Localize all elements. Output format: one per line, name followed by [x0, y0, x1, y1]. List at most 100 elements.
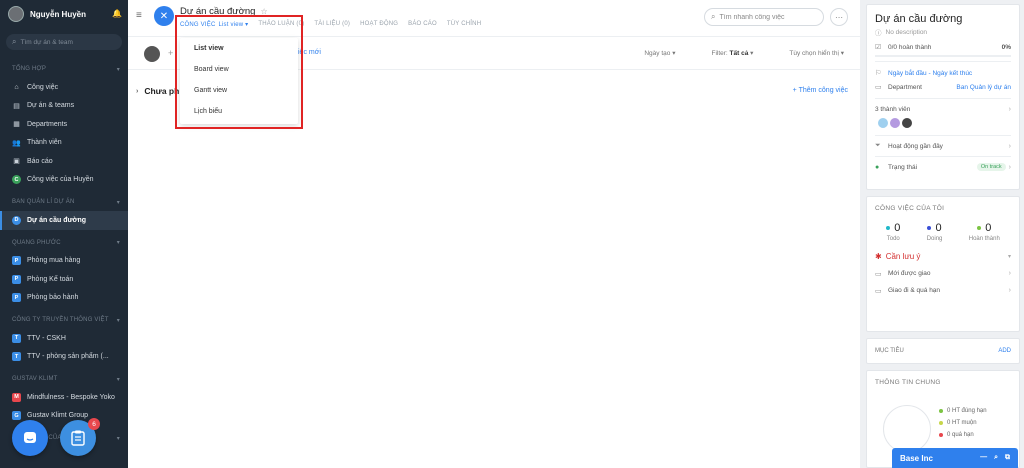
- t-badge-icon: T: [12, 352, 21, 362]
- chevron-right-icon[interactable]: ›: [1009, 143, 1011, 150]
- chevron-down-icon[interactable]: ▾: [1008, 253, 1011, 260]
- date-row[interactable]: ⚐ Ngày bắt đầu - Ngày kết thúc: [867, 66, 1019, 80]
- chevron-down-icon[interactable]: ▾: [117, 435, 120, 442]
- chevron-down-icon[interactable]: ▾: [117, 239, 120, 246]
- sidebar-search-input[interactable]: [20, 38, 111, 46]
- sidebar-item-du-an-cau-duong[interactable]: D Dự án cầu đường: [0, 211, 128, 230]
- more-options-button[interactable]: ⋯: [830, 8, 848, 26]
- folder-icon: ▤: [13, 102, 20, 110]
- stat-doing[interactable]: 0 Doing: [927, 222, 943, 242]
- status-badge[interactable]: On track: [976, 163, 1006, 171]
- menu-item-list-view[interactable]: List view: [180, 38, 298, 59]
- menu-item-gantt-view[interactable]: Gantt view: [180, 80, 298, 101]
- user-avatar[interactable]: [8, 6, 24, 22]
- menu-icon[interactable]: ≡: [136, 10, 146, 21]
- section-gustav-klimt[interactable]: GUSTAV KLIMT ▾: [0, 370, 128, 388]
- attention-header[interactable]: ✱ Cần lưu ý ▾: [867, 242, 1019, 265]
- g-badge-icon: G: [12, 411, 21, 421]
- chevron-down-icon[interactable]: ▾: [117, 376, 120, 383]
- sidebar-item-phong-mua-hang[interactable]: P Phòng mua hàng: [0, 252, 128, 271]
- chevron-down-icon[interactable]: ▾: [117, 199, 120, 206]
- menu-item-board-view[interactable]: Board view: [180, 59, 298, 80]
- member-avatars: [867, 115, 1019, 131]
- my-tasks-card: CÔNG VIỆC CỦA TÔI 0 Todo 0 Doing 0 Hoàn thà…: [866, 196, 1020, 332]
- sort-dropdown[interactable]: Ngày tạo ▾: [626, 49, 675, 57]
- sidebar-item-phong-ke-toan[interactable]: P Phòng Kế toán: [0, 270, 128, 289]
- project-panel-title: Dự án cầu đường: [875, 13, 963, 25]
- project-icon: ✕: [154, 6, 174, 26]
- sidebar-item-departments[interactable]: ▦ Departments: [0, 115, 128, 134]
- overdue-row[interactable]: ▭ Giao đi & quá hạn ›: [867, 282, 1019, 299]
- menu-item-lich-bieu[interactable]: Lịch biểu: [180, 101, 298, 122]
- add-task-link[interactable]: + Thêm công việc: [793, 87, 848, 94]
- display-options-dropdown[interactable]: Tùy chọn hiển thị ▾: [771, 49, 844, 57]
- external-link-icon[interactable]: ⧉: [1005, 454, 1010, 462]
- avatar[interactable]: [144, 46, 160, 62]
- avatar[interactable]: [889, 117, 902, 129]
- chevron-down-icon[interactable]: ▾: [117, 66, 120, 73]
- sidebar-item-mindfulness[interactable]: M Mindfulness - Bespoke Yoko: [0, 388, 128, 407]
- chevron-right-icon[interactable]: ›: [1009, 106, 1011, 113]
- members-row[interactable]: 3 thành viên ›: [867, 103, 1019, 115]
- minimize-icon[interactable]: —: [980, 454, 987, 462]
- project-info-card: Dự án cầu đường ⓘ No description ☑ 0/0 hoà…: [866, 4, 1020, 190]
- checkbox-icon: ☑: [875, 44, 882, 51]
- quick-search[interactable]: ⌕: [704, 8, 824, 26]
- tab-thao-luan[interactable]: THẢO LUẬN (0): [258, 21, 304, 28]
- info-icon: ⓘ: [875, 30, 882, 37]
- project-description[interactable]: No description: [886, 29, 928, 36]
- p-badge-icon: P: [12, 293, 21, 303]
- star-icon[interactable]: ☆: [260, 7, 267, 16]
- activity-row[interactable]: ⏷ Hoạt động gần đây ›: [867, 140, 1019, 152]
- section-quang-phuoc[interactable]: QUANG PHƯỚC ▾: [0, 234, 128, 252]
- sidebar-item-ttv-cskh[interactable]: T TTV - CSKH: [0, 329, 128, 348]
- sidebar-item-cong-viec[interactable]: ⌂ Công việc: [0, 78, 128, 97]
- my-tasks-title: CÔNG VIỆC CỦA TÔI: [875, 205, 945, 212]
- chat-button[interactable]: [12, 420, 48, 456]
- tab-tuy-chinh[interactable]: TÙY CHỈNH: [447, 21, 481, 28]
- page-title: Dự án cầu đường: [180, 6, 256, 17]
- avatar[interactable]: [877, 117, 889, 129]
- chevron-right-icon[interactable]: ›: [1009, 164, 1011, 171]
- bell-icon[interactable]: 🔔: [112, 10, 122, 18]
- sidebar-item-cong-viec-cua-huyen[interactable]: C Công việc của Huyền: [0, 171, 128, 190]
- view-switcher[interactable]: List view: [218, 22, 243, 28]
- c-badge-icon: C: [12, 175, 21, 185]
- chevron-down-icon[interactable]: ▾: [245, 22, 248, 28]
- chevron-right-icon[interactable]: ›: [1009, 287, 1011, 294]
- section-tong-hop[interactable]: TỔNG HỢP ▾: [0, 60, 128, 78]
- stat-hoan-thanh[interactable]: 0 Hoàn thành: [969, 222, 1000, 242]
- quick-search-input[interactable]: [719, 13, 816, 21]
- sidebar-item-phong-bao-hanh[interactable]: P Phòng bảo hành: [0, 289, 128, 308]
- stat-todo[interactable]: 0 Todo: [886, 222, 900, 242]
- sidebar-item-bao-cao[interactable]: ▣ Báo cáo: [0, 152, 128, 171]
- sidebar-item-du-an-teams[interactable]: ▤ Dự án & teams: [0, 97, 128, 116]
- asterisk-icon: ✱: [875, 252, 882, 261]
- tab-bao-cao[interactable]: BÁO CÁO: [408, 21, 437, 28]
- new-task-input[interactable]: iệc mới: [298, 49, 321, 56]
- newly-assigned-row[interactable]: ▭ Mới được giao ›: [867, 265, 1019, 282]
- user-header[interactable]: Nguyễn Huyền 🔔: [0, 0, 128, 28]
- tab-cong-viec[interactable]: CÔNG VIỆC List view ▾: [180, 21, 248, 28]
- tray-icon: ▭: [875, 270, 882, 278]
- base-inc-bar[interactable]: Base Inc — ⌕ ⧉: [892, 448, 1018, 468]
- search-icon[interactable]: ⌕: [994, 454, 998, 462]
- avatar[interactable]: [901, 117, 914, 129]
- sidebar-item-thanh-vien[interactable]: 👥 Thành viên: [0, 134, 128, 153]
- sidebar-item-ttv-phong-san-pham[interactable]: T TTV - phòng sản phẩm (...: [0, 348, 128, 367]
- status-row[interactable]: ● Trạng thái On track ›: [867, 161, 1019, 173]
- section-cong-ty-truyen-thong[interactable]: CÔNG TY TRUYỀN THÔNG VIỆT ▾: [0, 311, 128, 329]
- chevron-right-icon[interactable]: ›: [1009, 270, 1011, 277]
- plus-icon[interactable]: +: [168, 48, 173, 58]
- user-name[interactable]: Nguyễn Huyền: [30, 10, 112, 19]
- chevron-down-icon[interactable]: ▾: [117, 317, 120, 324]
- add-goal-button[interactable]: ADD: [998, 348, 1011, 354]
- task-group-header[interactable]: › Chưa ph: [136, 86, 179, 96]
- section-ban-quan-li[interactable]: BAN QUẢN LÍ DỰ ÁN ▾: [0, 193, 128, 211]
- tab-tai-lieu[interactable]: TÀI LIỆU (0): [314, 21, 350, 28]
- users-icon: 👥: [12, 139, 21, 147]
- sidebar-search[interactable]: ⌕: [6, 34, 122, 50]
- filter-dropdown[interactable]: Filter: Tất cả ▾: [693, 49, 753, 57]
- chevron-right-icon[interactable]: ›: [136, 88, 138, 95]
- tab-hoat-dong[interactable]: HOẠT ĐỘNG: [360, 21, 398, 28]
